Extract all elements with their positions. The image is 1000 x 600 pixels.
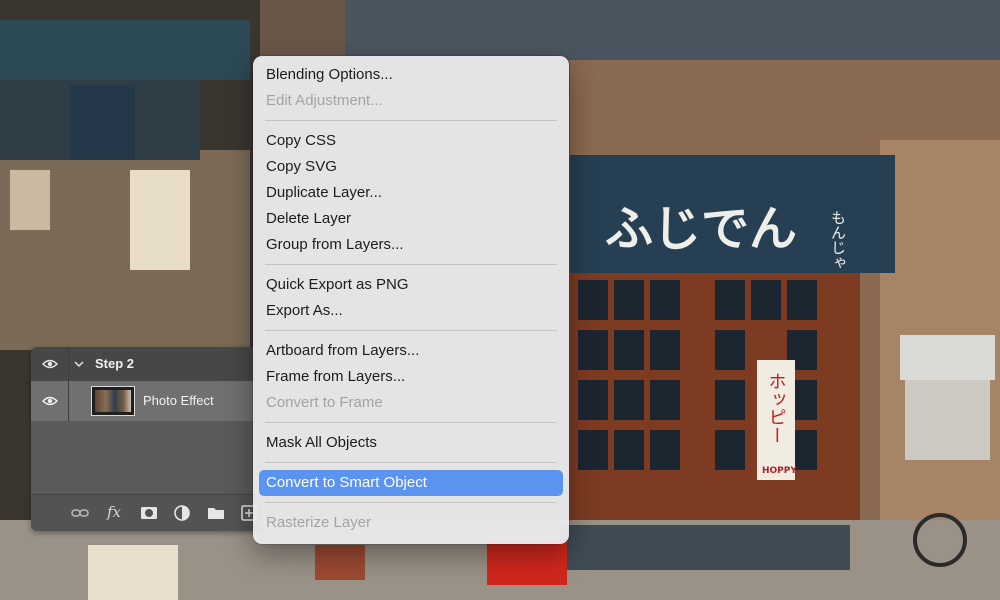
menu-item-copy-svg[interactable]: Copy SVG — [259, 154, 563, 180]
hoppy-text: HOPPY — [762, 466, 797, 476]
menu-item-mask-all-objects[interactable]: Mask All Objects — [259, 430, 563, 456]
menu-item-convert-to-frame: Convert to Frame — [266, 394, 383, 411]
mask-icon[interactable] — [140, 504, 158, 522]
visibility-eye-icon[interactable] — [42, 359, 58, 369]
layer-name: Photo Effect — [143, 393, 214, 408]
menu-item-quick-export-png[interactable]: Quick Export as PNG — [259, 272, 563, 298]
visibility-divider — [68, 381, 69, 421]
layer-group-name: Step 2 — [95, 356, 135, 371]
layer-group-row[interactable]: Step 2 — [31, 347, 261, 381]
layers-empty-area — [31, 421, 261, 495]
menu-item-copy-css[interactable]: Copy CSS — [259, 128, 563, 154]
menu-item-edit-adjustment: Edit Adjustment... — [266, 92, 383, 109]
adjustment-icon[interactable] — [173, 504, 191, 522]
menu-separator — [265, 120, 557, 121]
menu-item-duplicate-layer[interactable]: Duplicate Layer... — [259, 180, 563, 206]
menu-separator — [265, 462, 557, 463]
folder-icon[interactable] — [207, 504, 225, 522]
fx-icon[interactable]: fx — [107, 503, 121, 521]
menu-item-blending-options[interactable]: Blending Options... — [259, 62, 563, 88]
menu-card-text: ホッピー — [766, 372, 787, 444]
menu-item-delete-layer[interactable]: Delete Layer — [259, 206, 563, 232]
layer-context-menu: Blending Options... Edit Adjustment... C… — [253, 56, 569, 544]
menu-item-artboard-from-layers[interactable]: Artboard from Layers... — [259, 338, 563, 364]
menu-item-group-from-layers[interactable]: Group from Layers... — [259, 232, 563, 258]
noren-text: ふじでん — [605, 201, 797, 257]
chevron-down-icon[interactable] — [73, 358, 85, 370]
menu-separator — [265, 422, 557, 423]
menu-separator — [265, 330, 557, 331]
menu-separator — [265, 264, 557, 265]
menu-separator — [265, 502, 557, 503]
noren-side-text: もんじゃ — [829, 210, 847, 270]
menu-item-frame-from-layers[interactable]: Frame from Layers... — [259, 364, 563, 390]
menu-item-rasterize-layer: Rasterize Layer — [266, 514, 372, 531]
visibility-divider — [68, 347, 69, 381]
menu-item-convert-to-smart-object[interactable]: Convert to Smart Object — [259, 470, 563, 496]
layer-row[interactable]: Photo Effect — [31, 381, 261, 421]
layers-panel-footer: fx — [31, 494, 261, 531]
layer-thumbnail — [91, 386, 135, 416]
layers-panel: Step 2 Photo Effect fx — [31, 347, 261, 531]
link-icon[interactable] — [71, 504, 89, 522]
menu-item-export-as[interactable]: Export As... — [259, 298, 563, 324]
visibility-eye-icon[interactable] — [42, 396, 58, 406]
